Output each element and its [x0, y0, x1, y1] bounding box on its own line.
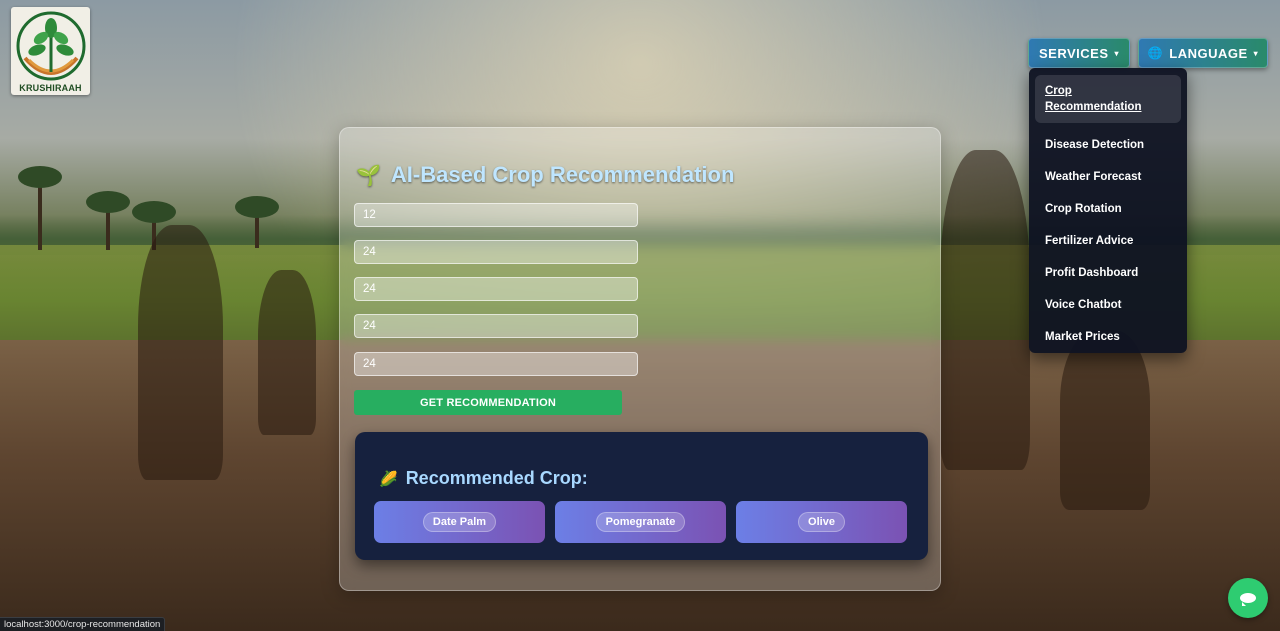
menu-item-label: Weather Forecast — [1045, 171, 1142, 183]
menu-item-label: Market Prices — [1045, 331, 1120, 343]
background-farmer-figure — [1060, 330, 1150, 510]
background-farmer-figure — [258, 270, 316, 435]
soil-input-1[interactable] — [354, 203, 638, 227]
crop-card[interactable]: Pomegranate — [555, 501, 726, 543]
menu-item-label: Voice Chatbot — [1045, 299, 1122, 311]
services-menu-button[interactable]: SERVICES ▾ — [1028, 38, 1130, 68]
chat-bubble-icon — [1240, 593, 1256, 606]
crop-recommendation-card: 🌱 AI-Based Crop Recommendation GET RECOM… — [339, 127, 941, 591]
menu-item-market-prices[interactable]: Market Prices — [1029, 321, 1187, 353]
crop-name: Olive — [798, 512, 845, 532]
menu-item-label: Disease Detection — [1045, 139, 1145, 151]
globe-icon: 🌐 — [1147, 46, 1164, 60]
background-palm-tree — [132, 201, 176, 250]
menu-item-label: Fertilizer Advice — [1045, 235, 1134, 247]
crop-name: Pomegranate — [595, 512, 686, 532]
background-palm-tree — [235, 196, 279, 248]
background-ox-figure — [940, 150, 1030, 470]
get-recommendation-button[interactable]: GET RECOMMENDATION — [354, 390, 622, 415]
menu-item-crop-rotation[interactable]: Crop Rotation — [1029, 193, 1187, 225]
recommendation-result-panel: 🌽 Recommended Crop: Date Palm Pomegranat… — [355, 432, 928, 560]
soil-input-2[interactable] — [354, 240, 638, 264]
crop-card[interactable]: Olive — [736, 501, 907, 543]
menu-item-weather-forecast[interactable]: Weather Forecast — [1029, 161, 1187, 193]
page-title: 🌱 AI-Based Crop Recommendation — [356, 162, 734, 188]
browser-status-url: localhost:3000/crop-recommendation — [0, 617, 166, 631]
menu-item-label: Crop Rotation — [1045, 203, 1122, 215]
soil-input-3[interactable] — [354, 277, 638, 301]
result-title-text: Recommended Crop: — [405, 468, 588, 488]
soil-input-5[interactable] — [354, 352, 638, 376]
result-title: 🌽 Recommended Crop: — [379, 468, 588, 489]
sprout-icon: 🌱 — [356, 164, 381, 187]
menu-item-crop-recommendation[interactable]: Crop Recommendation — [1035, 75, 1181, 123]
corn-icon: 🌽 — [379, 470, 398, 488]
menu-item-label: Crop Recommendation — [1045, 85, 1142, 113]
menu-item-disease-detection[interactable]: Disease Detection — [1029, 129, 1187, 161]
background-palm-tree — [18, 166, 62, 250]
language-label: LANGUAGE — [1169, 45, 1248, 61]
background-farmer-figure — [138, 225, 223, 480]
brand-logo[interactable]: KRUSHIRAAH — [11, 7, 90, 95]
brand-name: KRUSHIRAAH — [19, 83, 82, 93]
background-palm-tree — [86, 191, 130, 250]
services-dropdown-menu: Crop Recommendation Disease Detection We… — [1029, 68, 1187, 353]
language-menu-button[interactable]: 🌐 LANGUAGE ▾ — [1138, 38, 1268, 68]
chevron-down-icon: ▾ — [1114, 48, 1120, 58]
crop-card[interactable]: Date Palm — [374, 501, 545, 543]
services-label: SERVICES — [1038, 45, 1109, 61]
chevron-down-icon: ▾ — [1253, 48, 1259, 58]
chat-button[interactable] — [1228, 578, 1268, 618]
menu-item-label: Profit Dashboard — [1045, 267, 1139, 279]
leaf-sprout-logo-icon — [16, 11, 85, 81]
soil-input-4[interactable] — [354, 314, 638, 338]
menu-item-profit-dashboard[interactable]: Profit Dashboard — [1029, 257, 1187, 289]
crop-name: Date Palm — [422, 512, 497, 532]
menu-item-voice-chatbot[interactable]: Voice Chatbot — [1029, 289, 1187, 321]
page-title-text: AI-Based Crop Recommendation — [390, 162, 735, 187]
menu-item-fertilizer-advice[interactable]: Fertilizer Advice — [1029, 225, 1187, 257]
